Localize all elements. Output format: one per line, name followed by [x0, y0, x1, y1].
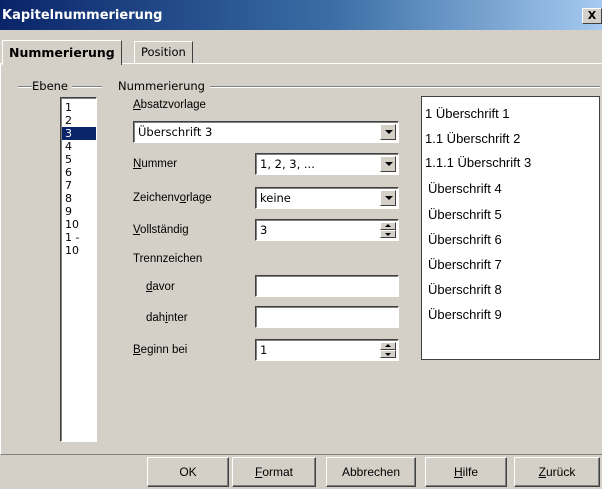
preview-line: 1 Überschrift 1: [425, 106, 510, 121]
number-label: Nummer: [133, 158, 177, 170]
format-button[interactable]: Format: [232, 457, 316, 487]
spin-down-icon[interactable]: [380, 230, 396, 238]
level-group-label: Ebene: [32, 79, 73, 93]
separator-after-pre: dah: [146, 312, 166, 324]
separator-before-input[interactable]: [255, 275, 399, 297]
separator-after-post: nter: [167, 312, 188, 324]
number-label-rest: ummer: [141, 158, 178, 170]
level-item[interactable]: 1 - 10: [62, 231, 96, 257]
preview-line: Überschrift 4: [428, 181, 502, 196]
help-access: H: [453, 465, 463, 479]
char-style-select[interactable]: keine: [255, 187, 399, 209]
numbering-preview: 1 Überschrift 1 1.1 Überschrift 2 1.1.1 …: [421, 96, 600, 360]
paragraph-style-label-access: A: [133, 99, 141, 111]
preview-line: Überschrift 6: [428, 232, 502, 247]
level-item[interactable]: 9: [62, 205, 96, 218]
close-button[interactable]: X: [582, 8, 602, 24]
level-item[interactable]: 1: [62, 101, 96, 114]
complete-spinner[interactable]: 3: [255, 219, 399, 241]
level-list[interactable]: 1 2 3 4 5 6 7 8 9 10 1 - 10: [60, 97, 97, 442]
level-item[interactable]: 10: [62, 218, 96, 231]
preview-line: 1.1 Überschrift 2: [425, 131, 521, 146]
level-item[interactable]: 8: [62, 192, 96, 205]
help-button[interactable]: Hilfe: [425, 457, 507, 487]
tab-position[interactable]: Position: [134, 41, 193, 63]
help-rest: ilfe: [462, 465, 478, 479]
separator-label: Trennzeichen: [133, 253, 203, 265]
paragraph-style-value: Überschrift 3: [138, 125, 213, 139]
char-style-value: keine: [260, 191, 291, 205]
close-icon: X: [587, 9, 597, 22]
chevron-down-icon[interactable]: [380, 156, 396, 172]
complete-value: 3: [260, 223, 268, 237]
title-bar[interactable]: Kapitelnummerierung X: [0, 0, 602, 30]
format-rest: ormat: [262, 465, 294, 479]
level-item[interactable]: 4: [62, 140, 96, 153]
start-at-label-access: B: [133, 344, 141, 356]
back-access: Z: [538, 465, 546, 479]
separator-before-label: davor: [146, 281, 175, 293]
dialog-window: Kapitelnummerierung X Nummerierung Posit…: [0, 0, 602, 489]
level-item[interactable]: 3: [62, 127, 96, 140]
spin-down-icon[interactable]: [380, 350, 396, 358]
paragraph-style-label-rest: bsatzvorlage: [140, 99, 206, 111]
chevron-down-icon[interactable]: [380, 124, 396, 140]
start-at-spinner[interactable]: 1: [255, 339, 399, 361]
preview-line: Überschrift 7: [428, 257, 502, 272]
level-item[interactable]: 2: [62, 114, 96, 127]
numbering-group-label: Nummerierung: [118, 79, 209, 93]
level-item[interactable]: 6: [62, 166, 96, 179]
separator-before-rest: avor: [152, 281, 175, 293]
paragraph-style-select[interactable]: Überschrift 3: [133, 121, 399, 143]
preview-line: Überschrift 8: [428, 282, 502, 297]
separator-after-label: dahinter: [146, 312, 188, 324]
preview-line: 1.1.1 Überschrift 3: [425, 155, 532, 170]
start-at-label-rest: eginn bei: [140, 344, 188, 356]
spin-buttons[interactable]: [380, 222, 396, 238]
chevron-down-icon[interactable]: [380, 190, 396, 206]
spin-up-icon[interactable]: [380, 222, 396, 230]
complete-label-rest: ollständig: [140, 224, 189, 236]
char-style-label: Zeichenvorlage: [133, 192, 212, 204]
start-at-value: 1: [260, 343, 268, 357]
ok-button[interactable]: OK: [147, 457, 229, 487]
back-rest: urück: [546, 465, 576, 479]
level-item[interactable]: 7: [62, 179, 96, 192]
preview-line: Überschrift 5: [428, 207, 502, 222]
spin-up-icon[interactable]: [380, 342, 396, 350]
complete-label: Vollständig: [133, 224, 189, 236]
level-items: 1 2 3 4 5 6 7 8 9 10 1 - 10: [61, 98, 96, 257]
preview-line: Überschrift 9: [428, 307, 502, 322]
char-style-label-post: rlage: [186, 192, 212, 204]
complete-label-access: V: [133, 224, 141, 236]
numbering-group-line: [210, 86, 600, 88]
char-style-label-pre: Zeichenv: [133, 192, 180, 204]
cancel-button[interactable]: Abbrechen: [326, 457, 416, 487]
window-title: Kapitelnummerierung: [2, 8, 163, 23]
spin-buttons[interactable]: [380, 342, 396, 358]
back-button[interactable]: Zurück: [514, 457, 600, 487]
number-select[interactable]: 1, 2, 3, ...: [255, 153, 399, 175]
paragraph-style-label: Absatzvorlage: [133, 99, 206, 111]
tab-nummerierung[interactable]: Nummerierung: [2, 40, 122, 65]
number-value: 1, 2, 3, ...: [260, 157, 315, 171]
start-at-label: Beginn bei: [133, 344, 187, 356]
level-item[interactable]: 5: [62, 153, 96, 166]
separator-after-input[interactable]: [255, 306, 399, 328]
